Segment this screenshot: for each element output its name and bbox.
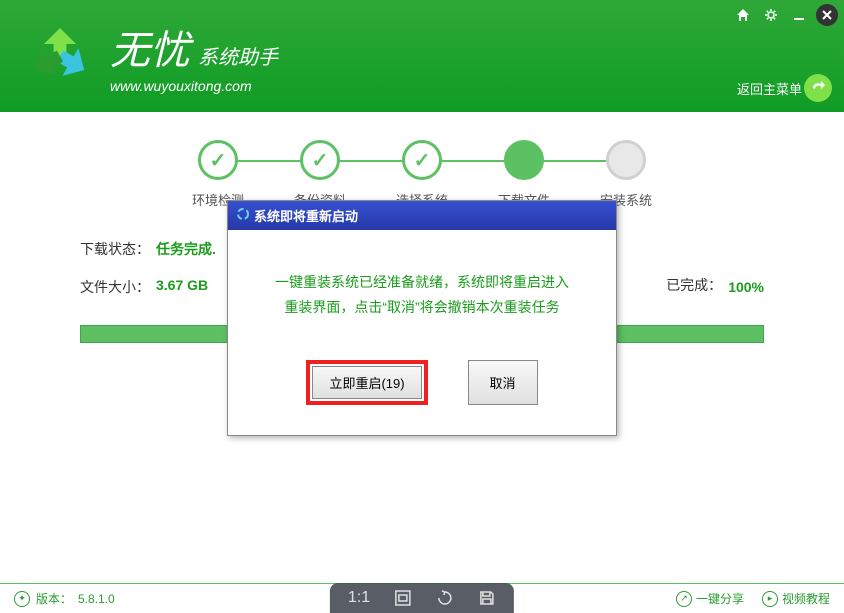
image-viewer-toolbar: 1:1	[330, 583, 514, 613]
file-size-value: 3.67 GB	[156, 277, 208, 297]
cancel-button[interactable]: 取消	[468, 360, 538, 405]
dialog-titlebar: 系统即将重新启动	[228, 201, 616, 230]
restart-button-highlight: 立即重启(19)	[306, 360, 427, 405]
dialog-spinner-icon	[236, 207, 250, 224]
restart-now-button[interactable]: 立即重启(19)	[312, 366, 421, 399]
complete-value: 100%	[728, 279, 764, 295]
version-label: 版本：	[36, 590, 72, 607]
dialog-title-text: 系统即将重新启动	[254, 206, 358, 225]
logo-main-text: 无忧	[110, 18, 190, 76]
dialog-message: 一键重装系统已经准备就绪，系统即将重启进入 重装界面，点击“取消”将会撤销本次重…	[258, 270, 586, 320]
complete-label: 已完成：	[666, 275, 722, 295]
logo-recycle-icon	[20, 16, 100, 96]
zoom-ratio[interactable]: 1:1	[348, 589, 370, 607]
close-icon[interactable]	[816, 4, 838, 26]
window-controls	[732, 4, 838, 26]
minimize-icon[interactable]	[788, 4, 810, 26]
share-icon: ↗	[676, 591, 692, 607]
save-icon[interactable]	[478, 589, 496, 607]
step-download: 下载文件	[498, 140, 550, 209]
app-header: 无忧 系统助手 www.wuyouxitong.com 返回主菜单	[0, 0, 844, 112]
progress-steps: ✓ 环境检测 ✓ 备份资料 ✓ 选择系统 下载文件 安装系统	[0, 140, 844, 209]
logo-url-text: www.wuyouxitong.com	[110, 78, 278, 94]
logo-sub-text: 系统助手	[198, 41, 278, 70]
home-icon[interactable]	[732, 4, 754, 26]
version-icon: ✦	[14, 591, 30, 607]
return-menu-label: 返回主菜单	[737, 79, 802, 98]
step-select-system: ✓ 选择系统	[396, 140, 448, 209]
return-arrow-icon	[804, 74, 832, 102]
download-status-value: 任务完成.	[156, 239, 216, 259]
play-icon: ▸	[762, 591, 778, 607]
gear-icon[interactable]	[760, 4, 782, 26]
check-icon: ✓	[198, 140, 238, 180]
active-dot-icon	[504, 140, 544, 180]
version-value: 5.8.1.0	[78, 592, 115, 606]
step-backup: ✓ 备份资料	[294, 140, 346, 209]
file-size-label: 文件大小：	[80, 277, 150, 297]
restart-dialog: 系统即将重新启动 一键重装系统已经准备就绪，系统即将重启进入 重装界面，点击“取…	[227, 200, 617, 436]
step-env-check: ✓ 环境检测	[192, 140, 244, 209]
rotate-icon[interactable]	[436, 589, 454, 607]
tutorial-button[interactable]: ▸ 视频教程	[762, 590, 830, 607]
download-status-label: 下载状态：	[80, 239, 150, 259]
pending-dot-icon	[606, 140, 646, 180]
step-install: 安装系统	[600, 140, 652, 209]
check-icon: ✓	[300, 140, 340, 180]
fullscreen-icon[interactable]	[394, 589, 412, 607]
return-menu-button[interactable]: 返回主菜单	[737, 74, 832, 102]
check-icon: ✓	[402, 140, 442, 180]
share-button[interactable]: ↗ 一键分享	[676, 590, 744, 607]
